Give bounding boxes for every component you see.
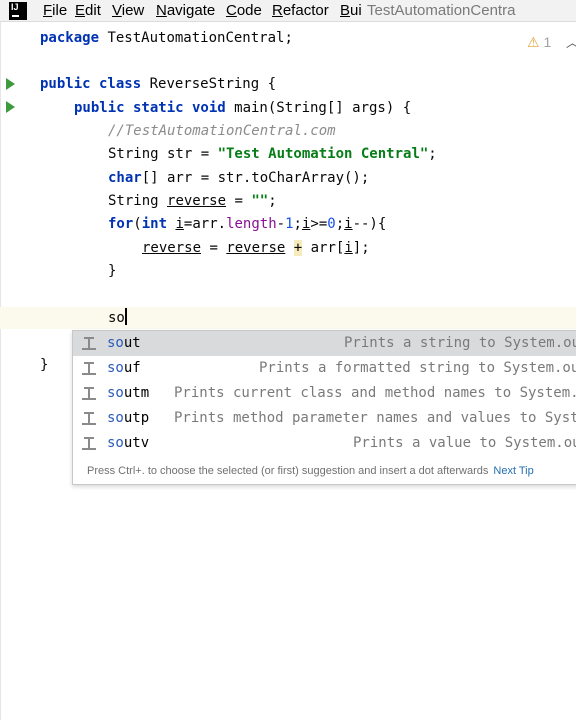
code-line-11: } [108, 263, 117, 279]
menu-navigate[interactable]: Navigate [156, 2, 215, 19]
live-template-icon [82, 412, 96, 426]
live-template-icon [82, 362, 96, 376]
completion-item-description: Prints a string to System.out [344, 335, 576, 351]
completion-hint-text: Press Ctrl+. to choose the selected (or … [87, 465, 489, 477]
code-line-1: package TestAutomationCentral; [40, 30, 293, 46]
completion-item-description: Prints a formatted string to System.out [259, 360, 576, 376]
completion-item-name: sout [107, 335, 141, 351]
completion-item-sout[interactable]: sout Prints a string to System.out [73, 331, 576, 356]
code-line-6: String str = "Test Automation Central"; [108, 146, 437, 162]
text-caret [124, 308, 127, 325]
title-menu-bar: IJ File Edit View Navigate Code Refactor… [0, 0, 576, 22]
code-line-10: reverse = reverse + arr[i]; [142, 240, 370, 256]
chevron-up-icon[interactable]: ︿ [566, 32, 576, 51]
code-line-3: public class ReverseString { [40, 76, 277, 92]
code-line-7: char[] arr = str.toCharArray(); [108, 170, 370, 186]
warning-count: 1 [543, 34, 552, 50]
warning-icon: ⚠ [527, 34, 540, 50]
current-line-highlight [0, 307, 576, 329]
completion-item-soutm[interactable]: soutm Prints current class and method na… [73, 381, 576, 406]
completion-item-name: soutm [107, 385, 150, 401]
completion-item-name: soutp [107, 410, 150, 426]
live-template-icon [82, 437, 96, 451]
code-line-8: String reverse = ""; [108, 193, 277, 209]
next-tip-link[interactable]: Next Tip [493, 465, 533, 477]
menu-refactor[interactable]: Refactor [272, 2, 329, 19]
menu-file[interactable]: File [43, 2, 67, 19]
completion-item-name: soutv [107, 435, 150, 451]
code-line-4: public static void main(String[] args) { [74, 100, 412, 116]
menu-build[interactable]: Bui [340, 2, 362, 19]
completion-item-description: Prints method parameter names and values… [174, 410, 576, 426]
live-template-icon [82, 337, 96, 351]
completion-item-souf[interactable]: souf Prints a formatted string to System… [73, 356, 576, 381]
completion-item-soutv[interactable]: soutv Prints a value to System.out [73, 431, 576, 456]
code-line-13[interactable]: so [108, 308, 127, 328]
intellij-logo-icon[interactable]: IJ [9, 2, 27, 20]
window-title: TestAutomationCentra [367, 2, 516, 19]
menu-view[interactable]: View [112, 2, 144, 19]
completion-item-description: Prints a value to System.out [353, 435, 576, 451]
code-line-9: for(int i=arr.length-1;i>=0;i--){ [108, 216, 387, 232]
completion-hint-bar: Press Ctrl+. to choose the selected (or … [73, 458, 576, 484]
code-completion-popup: sout Prints a string to System.out souf … [72, 330, 576, 485]
code-line-15: } [40, 357, 49, 373]
completion-item-description: Prints current class and method names to… [174, 385, 576, 401]
run-main-icon[interactable] [6, 101, 15, 113]
menu-code[interactable]: Code [226, 2, 262, 19]
code-line-5: //TestAutomationCentral.com [108, 123, 336, 139]
inspection-warning[interactable]: ⚠ 1 [527, 34, 551, 51]
live-template-icon [82, 387, 96, 401]
completion-item-soutp[interactable]: soutp Prints method parameter names and … [73, 406, 576, 431]
completion-item-name: souf [107, 360, 141, 376]
run-class-icon[interactable] [6, 78, 15, 90]
menu-edit[interactable]: Edit [75, 2, 101, 19]
